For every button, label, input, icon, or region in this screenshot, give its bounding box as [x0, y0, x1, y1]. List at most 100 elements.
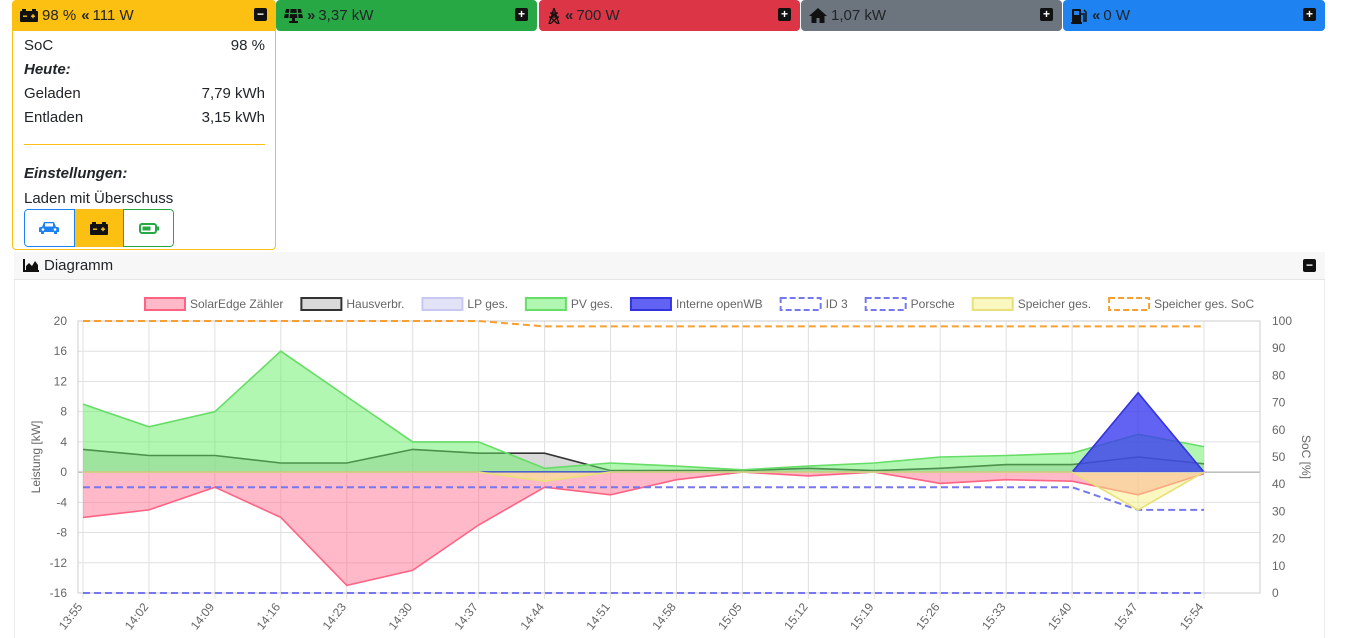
charged-label: Geladen	[24, 85, 81, 102]
battery-direction-arrow: «	[81, 7, 90, 24]
mode-battery-button[interactable]	[74, 209, 124, 247]
y-tick-label: 8	[60, 405, 67, 419]
battery-power: 111 W	[92, 7, 134, 24]
x-tick-label: 15:05	[715, 600, 745, 633]
legend-label-solaredge-z-hler: SolarEdge Zähler	[190, 297, 283, 311]
battery-icon	[90, 221, 108, 235]
y2-tick-label: 50	[1272, 450, 1286, 464]
x-tick-label: 14:58	[649, 600, 679, 633]
battery-empty-icon	[138, 222, 159, 234]
y2-axis-title: SoC [%]	[1299, 435, 1313, 479]
diagram-body: 20 16 12 8 4 0 -4 -8 -12 -16 100 90 80 70 60 50 40 30 20 10…	[14, 280, 1325, 638]
settings-heading: Einstellungen:	[24, 165, 265, 182]
y-tick-label: -12	[50, 556, 68, 570]
x-tick-label: 15:40	[1045, 600, 1075, 633]
collapse-diagram-button[interactable]: −	[1303, 259, 1316, 272]
expand-pv-button[interactable]: +	[515, 8, 528, 21]
legend-swatch-id-3	[779, 297, 822, 311]
x-tick-label: 14:02	[122, 600, 152, 633]
x-tick-label: 15:47	[1111, 600, 1141, 633]
mode-car-button[interactable]	[24, 209, 75, 247]
pv-tile[interactable]: » 3,37 kW +	[276, 0, 537, 31]
x-tick-label: 14:37	[451, 600, 481, 633]
y2-tick-label: 90	[1272, 341, 1286, 355]
collapse-battery-button[interactable]: −	[254, 8, 267, 21]
grid-power: 700 W	[576, 7, 620, 24]
legend-label-speicher-ges-soc: Speicher ges. SoC	[1154, 297, 1254, 311]
y2-tick-label: 20	[1272, 532, 1286, 546]
battery-soc: 98 %	[42, 7, 77, 24]
legend-label-hausverbr-: Hausverbr.	[346, 297, 404, 311]
legend-label-lp-ges-: LP ges.	[467, 297, 507, 311]
pv-power: 3,37 kW	[318, 7, 374, 24]
house-icon	[809, 8, 827, 23]
legend-label-speicher-ges-: Speicher ges.	[1018, 297, 1091, 311]
y2-tick-label: 80	[1272, 368, 1286, 382]
battery-charging-icon	[20, 9, 38, 22]
mode-label: Laden mit Überschuss	[24, 190, 174, 207]
soc-value: 98 %	[230, 37, 265, 54]
y2-tick-label: 40	[1272, 477, 1286, 491]
car-icon	[39, 222, 60, 234]
power-chart: 201612840-4-8-12-16100908070605040302010…	[29, 297, 1313, 633]
discharged-value: 3,15 kWh	[201, 109, 265, 126]
y-tick-label: 20	[54, 314, 68, 328]
power-pylon-icon	[547, 7, 561, 24]
diagram-header[interactable]: Diagramm −	[14, 252, 1325, 280]
series-area-solaredge-z-hler	[83, 472, 1204, 586]
chart-area-icon	[23, 259, 39, 272]
y2-tick-label: 60	[1272, 423, 1286, 437]
settings-heading-text: Einstellungen:	[24, 165, 128, 182]
y2-tick-label: 10	[1272, 559, 1286, 573]
expand-house-button[interactable]: +	[1040, 8, 1053, 21]
charged-row: Geladen 7,79 kWh	[24, 85, 265, 102]
y2-tick-label: 30	[1272, 504, 1286, 518]
y2-tick-label: 70	[1272, 396, 1286, 410]
x-tick-label: 15:54	[1177, 600, 1207, 633]
legend-swatch-interne-openwb	[629, 297, 672, 311]
legend-swatch-solaredge-z-hler	[144, 297, 186, 311]
soc-row: SoC 98 %	[24, 37, 265, 54]
x-tick-label: 14:23	[320, 600, 350, 633]
panel-divider	[24, 144, 265, 145]
legend-swatch-hausverbr-	[300, 297, 343, 311]
today-heading: Heute:	[24, 61, 265, 78]
battery-detail-panel: SoC 98 % Heute: Geladen 7,79 kWh Entlade…	[12, 31, 276, 250]
x-tick-label: 14:16	[254, 600, 284, 633]
y2-tick-label: 0	[1272, 586, 1279, 600]
legend-label-porsche: Porsche	[911, 297, 955, 311]
x-tick-label: 14:30	[386, 600, 416, 633]
mode-row: Laden mit Überschuss	[24, 190, 265, 207]
solar-panel-icon	[284, 8, 303, 23]
x-tick-label: 15:33	[979, 600, 1009, 633]
y-tick-label: -8	[56, 526, 67, 540]
legend-label-pv-ges-: PV ges.	[571, 297, 613, 311]
y-tick-label: 16	[54, 344, 68, 358]
soc-label: SoC	[24, 37, 54, 54]
y-tick-label: 4	[60, 435, 67, 449]
legend-label-interne-openwb: Interne openWB	[676, 297, 763, 311]
today-heading-text: Heute:	[24, 61, 71, 78]
battery-mode-selector	[24, 209, 174, 247]
legend-swatch-speicher-ges-soc	[1108, 297, 1151, 311]
house-power: 1,07 kW	[831, 7, 887, 24]
charged-value: 7,79 kWh	[201, 85, 265, 102]
battery-tile[interactable]: 98 % « 111 W −	[12, 0, 276, 31]
expand-grid-button[interactable]: +	[778, 8, 791, 21]
x-tick-label: 15:12	[781, 600, 811, 633]
grid-tile[interactable]: « 700 W +	[539, 0, 800, 31]
house-tile[interactable]: 1,07 kW +	[801, 0, 1062, 31]
legend-label-id-3: ID 3	[826, 297, 848, 311]
expand-chargepoint-button[interactable]: +	[1303, 8, 1316, 21]
y-tick-label: 12	[54, 374, 68, 388]
legend-swatch-porsche	[864, 297, 907, 311]
discharged-label: Entladen	[24, 109, 84, 126]
x-tick-label: 14:51	[583, 600, 613, 633]
legend-swatch-speicher-ges-	[971, 297, 1014, 311]
y-tick-label: -4	[56, 495, 67, 509]
pv-direction-arrow: »	[307, 7, 316, 24]
charging-station-icon	[1071, 8, 1088, 24]
mode-battery-empty-button[interactable]	[123, 209, 174, 247]
y-tick-label: -16	[50, 586, 68, 600]
chargepoint-tile[interactable]: « 0 W +	[1063, 0, 1325, 31]
